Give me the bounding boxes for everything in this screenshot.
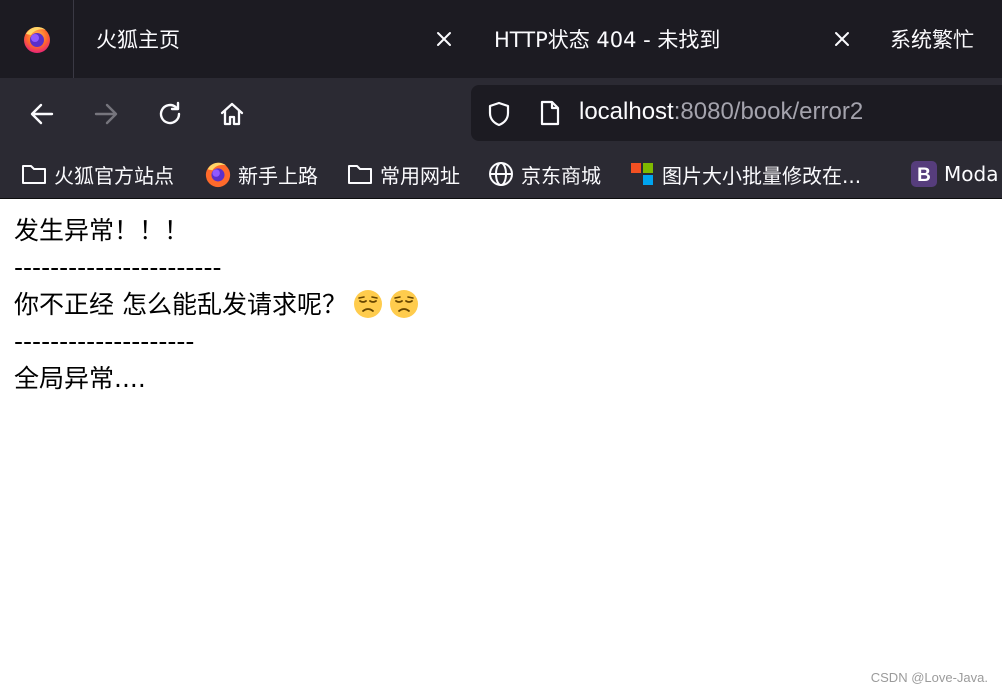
bookmark-firefox-official[interactable]: 火狐官方站点	[20, 158, 174, 190]
tab-title: 系统繁忙	[890, 28, 974, 52]
svg-text:B: B	[917, 165, 931, 186]
bookmark-label: Moda	[944, 162, 999, 186]
pensive-face-emoji-icon	[389, 290, 418, 318]
bookmark-label: 新手上路	[238, 163, 318, 188]
tab-firefox-home[interactable]: 火狐主页	[96, 0, 466, 78]
pensive-face-emoji-icon	[353, 290, 382, 318]
reload-icon	[159, 101, 181, 125]
bootstrap-icon: B	[910, 160, 938, 188]
bookmark-label: 图片大小批量修改在...	[662, 163, 862, 188]
tab-title: HTTP状态 404 - 未找到	[494, 28, 721, 52]
folder-icon	[20, 160, 48, 188]
reload-button[interactable]	[154, 98, 186, 130]
csdn-watermark: CSDN @Love-Java.	[870, 670, 988, 685]
navigation-toolbar: localhost:8080/book/error2	[0, 78, 1002, 150]
home-button[interactable]	[216, 98, 248, 130]
page-content: 发生异常！！！ ----------------------- 你不正经 怎么能…	[14, 212, 419, 397]
bookmark-jd-mall[interactable]: 京东商城	[487, 158, 601, 190]
bookmark-image-resize[interactable]: 图片大小批量修改在...	[628, 158, 861, 190]
bookmarks-toolbar: 火狐官方站点 新手上路 常用网址 京东商城 图片大小批量修改在... B Mod…	[0, 150, 1002, 199]
back-button[interactable]	[26, 98, 58, 130]
bookmark-moda[interactable]: B Moda	[910, 158, 998, 190]
globe-icon	[487, 160, 515, 188]
tab-title: 火狐主页	[96, 28, 180, 52]
url-text[interactable]: localhost:8080/book/error2	[579, 98, 863, 126]
home-icon	[220, 102, 244, 126]
separator-line: --------------------	[14, 327, 195, 356]
close-tab-icon[interactable]	[432, 27, 456, 51]
bookmark-common-sites[interactable]: 常用网址	[346, 158, 460, 190]
url-host: localhost	[579, 98, 674, 125]
tab-http-404[interactable]: HTTP状态 404 - 未找到	[494, 0, 864, 78]
firefox-logo-icon	[23, 26, 50, 53]
forward-button[interactable]	[90, 98, 122, 130]
close-tab-icon[interactable]	[830, 27, 854, 51]
url-path: :8080/book/error2	[673, 98, 864, 125]
error-message-line: 你不正经 怎么能乱发请求呢？	[14, 286, 419, 323]
global-exception-text: 全局异常....	[14, 364, 146, 393]
firefox-icon	[204, 160, 232, 188]
bookmark-label: 常用网址	[380, 163, 460, 188]
bookmark-label: 京东商城	[521, 163, 601, 188]
bookmark-getting-started[interactable]: 新手上路	[204, 158, 318, 190]
tab-strip: 火狐主页 HTTP状态 404 - 未找到 系统繁忙	[0, 0, 1002, 78]
tab-system-busy[interactable]: 系统繁忙	[890, 0, 1002, 78]
arrow-left-icon	[30, 103, 54, 125]
error-heading: 发生异常！！！	[14, 216, 190, 245]
error-message: 你不正经 怎么能乱发请求呢？	[14, 290, 347, 319]
folder-icon	[346, 160, 374, 188]
page-info-icon[interactable]	[537, 99, 563, 131]
url-bar[interactable]: localhost:8080/book/error2	[471, 85, 1002, 141]
firefox-view-button[interactable]	[0, 0, 74, 78]
arrow-right-icon	[94, 103, 118, 125]
separator-line: -----------------------	[14, 253, 222, 282]
bookmark-label: 火狐官方站点	[54, 163, 174, 188]
color-squares-icon	[628, 160, 656, 188]
tracking-protection-shield-icon[interactable]	[485, 100, 513, 132]
